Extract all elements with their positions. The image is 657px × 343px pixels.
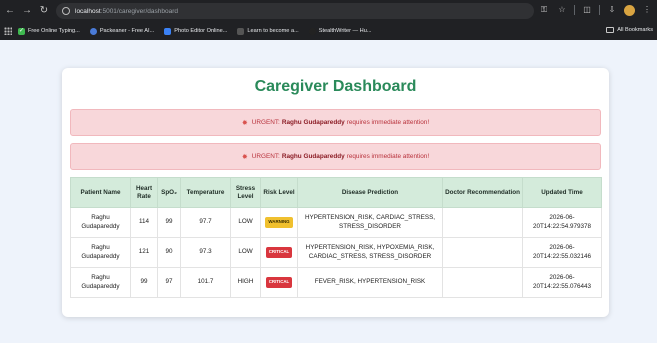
updated-time-cell: 2026-06-20T14:22:55.076443: [522, 267, 602, 298]
alert-patient-name: Raghu Gudapareddy: [281, 153, 345, 160]
risk-badge: WARNING: [265, 217, 293, 228]
patient-table: Patient Name Heart Rate SpO₂ Temperature…: [70, 177, 602, 298]
column-header: SpO₂: [157, 177, 181, 208]
doctor-recommendation-cell: [442, 207, 523, 238]
risk-level-cell: CRITICAL: [260, 237, 298, 268]
alert-patient-name: Raghu Gudapareddy: [281, 119, 345, 126]
spo2-cell: 90: [157, 237, 181, 268]
forward-arrow-icon[interactable]: →: [20, 4, 34, 18]
alert-icon: ✸: [241, 153, 248, 161]
toolbar-actions: ⚿ ☆ ◫ ⇩ ⋮: [538, 4, 653, 16]
bookmark-item[interactable]: Packeaner - Free AI...: [89, 27, 155, 35]
urgent-alert: ✸ URGENT: Raghu Gudapareddy requires imm…: [70, 143, 601, 170]
risk-level-cell: WARNING: [260, 207, 298, 238]
all-bookmarks-button[interactable]: All Bookmarks: [606, 27, 653, 33]
patient-name-cell: Raghu Gudapareddy: [70, 207, 131, 238]
alert-prefix: URGENT:: [251, 119, 280, 126]
dashboard-card: Caregiver Dashboard ✸ URGENT: Raghu Guda…: [62, 68, 609, 317]
back-arrow-icon[interactable]: ←: [3, 4, 17, 18]
bookmark-label: Packeaner - Free AI...: [99, 28, 155, 34]
spo2-cell: 97: [157, 267, 181, 298]
doctor-recommendation-cell: [442, 267, 523, 298]
bookmark-label: Photo Editor Online...: [174, 28, 228, 34]
reload-icon[interactable]: ↻: [37, 4, 51, 18]
risk-level-cell: CRITICAL: [260, 267, 298, 298]
heart-rate-cell: 99: [130, 267, 158, 298]
url-text: localhost:5001/caregiver/dashboard: [75, 7, 178, 15]
bookmark-item[interactable]: StealthWriter — Hu...: [308, 27, 372, 35]
profile-avatar[interactable]: [624, 4, 635, 16]
site-info-icon[interactable]: [62, 7, 70, 15]
stress-level-cell: HIGH: [230, 267, 261, 298]
table-row: Raghu Gudapareddy 121 90 97.3 LOW CRITIC…: [70, 237, 602, 268]
table-header-row: Patient Name Heart Rate SpO₂ Temperature…: [70, 177, 602, 208]
bookmark-item[interactable]: ✓ Free Online Typing...: [18, 27, 80, 35]
bookmark-label: Free Online Typing...: [28, 28, 80, 34]
star-icon[interactable]: ☆: [556, 4, 568, 16]
alert-message: requires immediate attention!: [346, 153, 430, 160]
disease-prediction-cell: HYPERTENSION_RISK, HYPOXEMIA_RISK, CARDI…: [297, 237, 443, 268]
patient-name-cell: Raghu Gudapareddy: [70, 267, 131, 298]
all-bookmarks-label: All Bookmarks: [617, 27, 653, 33]
toolbar-divider: [574, 5, 575, 15]
page-title: Caregiver Dashboard: [254, 78, 417, 95]
risk-badge: CRITICAL: [265, 247, 293, 258]
alert-message: requires immediate attention!: [346, 119, 430, 126]
alert-icon: ✸: [241, 119, 248, 127]
stress-level-cell: LOW: [230, 207, 261, 238]
browser-chrome: ← → ↻ localhost:5001/caregiver/dashboard…: [0, 0, 657, 40]
learn-icon: [237, 27, 245, 35]
address-bar[interactable]: localhost:5001/caregiver/dashboard: [56, 3, 534, 19]
bookmark-item[interactable]: Learn to become a...: [237, 27, 299, 35]
photo-editor-icon: [164, 27, 172, 35]
bookmark-item[interactable]: Photo Editor Online...: [164, 27, 228, 35]
table-row: Raghu Gudapareddy 114 99 97.7 LOW WARNIN…: [70, 207, 602, 238]
extensions-icon[interactable]: ◫: [581, 4, 593, 16]
bookmark-label: StealthWriter — Hu...: [318, 28, 372, 34]
alert-prefix: URGENT:: [251, 153, 280, 160]
disease-prediction-cell: HYPERTENSION_RISK, CARDIAC_STRESS, STRES…: [297, 207, 443, 238]
stress-level-cell: LOW: [230, 237, 261, 268]
apps-grid-icon[interactable]: [4, 27, 12, 35]
browser-toolbar: ← → ↻ localhost:5001/caregiver/dashboard…: [0, 0, 657, 22]
heart-rate-cell: 114: [130, 207, 158, 238]
updated-time-cell: 2026-06-20T14:22:54.979378: [522, 207, 602, 238]
packeaner-icon: [89, 27, 97, 35]
column-header: Temperature: [180, 177, 231, 208]
updated-time-cell: 2026-06-20T14:22:55.032146: [522, 237, 602, 268]
stealthwriter-icon: [308, 27, 316, 35]
folder-icon: [606, 27, 615, 33]
menu-icon[interactable]: ⋮: [641, 4, 653, 16]
check-icon: ✓: [18, 27, 25, 35]
column-header: Disease Prediction: [297, 177, 443, 208]
column-header: Updated Time: [522, 177, 602, 208]
column-header: Doctor Recommendation: [442, 177, 523, 208]
temperature-cell: 101.7: [180, 267, 231, 298]
column-header: Patient Name: [70, 177, 131, 208]
urgent-alert: ✸ URGENT: Raghu Gudapareddy requires imm…: [70, 109, 601, 136]
table-row: Raghu Gudapareddy 99 97 101.7 HIGH CRITI…: [70, 267, 602, 298]
patient-name-cell: Raghu Gudapareddy: [70, 237, 131, 268]
doctor-recommendation-cell: [442, 237, 523, 268]
bookmark-label: Learn to become a...: [247, 28, 299, 34]
heart-rate-cell: 121: [130, 237, 158, 268]
spo2-cell: 99: [157, 207, 181, 238]
toolbar-divider: [599, 5, 600, 15]
downloads-icon[interactable]: ⇩: [606, 4, 618, 16]
key-icon[interactable]: ⚿: [538, 4, 550, 16]
disease-prediction-cell: FEVER_RISK, HYPERTENSION_RISK: [297, 267, 443, 298]
temperature-cell: 97.3: [180, 237, 231, 268]
bookmarks-bar: ✓ Free Online Typing... Packeaner - Free…: [0, 22, 657, 40]
risk-badge: CRITICAL: [265, 277, 293, 288]
column-header: Stress Level: [230, 177, 261, 208]
column-header: Risk Level: [260, 177, 298, 208]
temperature-cell: 97.7: [180, 207, 231, 238]
column-header: Heart Rate: [130, 177, 158, 208]
